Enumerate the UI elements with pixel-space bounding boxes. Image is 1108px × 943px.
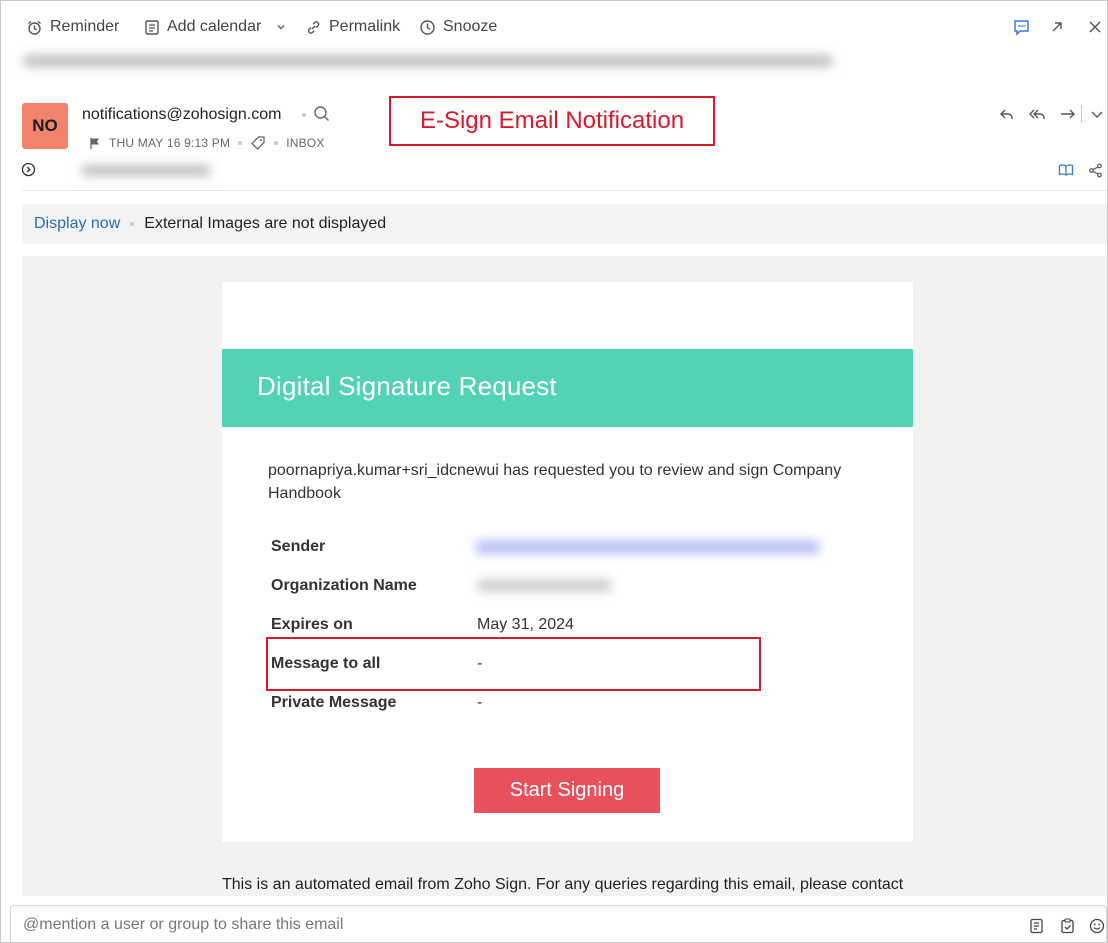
expand-icon [1052, 22, 1062, 32]
sender-value-redacted [475, 540, 820, 554]
display-now-link[interactable]: Display now [34, 215, 120, 233]
permalink-label: Permalink [329, 18, 401, 35]
reminder-label: Reminder [50, 18, 120, 35]
alarm-icon [28, 20, 41, 35]
link-icon [307, 20, 320, 34]
chat-icon [1013, 19, 1029, 36]
comment-bar [10, 905, 1107, 942]
start-signing-button[interactable]: Start Signing [474, 768, 660, 813]
reply-all-button[interactable] [1029, 106, 1047, 127]
separator-dot [301, 112, 306, 117]
message-meta: THU MAY 16 9:13 PM INBOX [89, 135, 325, 151]
reading-mode-button[interactable] [1058, 163, 1074, 182]
expires-label: Expires on [271, 616, 353, 633]
chevron-down-icon [1091, 111, 1103, 118]
close-button[interactable] [1083, 15, 1107, 39]
sender-email: notifications@zohosign.com [82, 106, 282, 123]
note-icon [1029, 918, 1043, 934]
toolbar-divider [1081, 105, 1082, 123]
expand-recipients-button[interactable] [21, 162, 36, 182]
external-images-bar: Display now External Images are not disp… [22, 204, 1107, 244]
signature-banner: Digital Signature Request [222, 349, 913, 427]
permalink-button[interactable]: Permalink [305, 16, 400, 38]
share-button[interactable] [1088, 163, 1103, 183]
reminder-button[interactable]: Reminder [26, 16, 119, 38]
organization-value-redacted [477, 579, 612, 592]
avatar: NO [22, 103, 68, 149]
search-icon [314, 106, 329, 121]
forward-button[interactable] [1059, 106, 1077, 127]
header-divider [22, 190, 1107, 191]
add-calendar-label: Add calendar [167, 18, 262, 35]
email-body: Digital Signature Request poornapriya.ku… [22, 256, 1107, 896]
email-viewer: Reminder Add calendar Permalink Snooze N… [0, 0, 1108, 943]
snooze-button[interactable]: Snooze [419, 16, 497, 38]
forward-icon [1061, 109, 1075, 119]
folder-label[interactable]: INBOX [286, 136, 324, 150]
top-toolbar: Reminder Add calendar Permalink Snooze [1, 1, 1107, 51]
task-button[interactable] [1058, 917, 1076, 935]
private-message-label: Private Message [271, 694, 397, 711]
close-icon [1089, 21, 1101, 33]
more-actions-button[interactable] [1090, 107, 1104, 126]
snooze-label: Snooze [443, 18, 498, 35]
expires-value: May 31, 2024 [477, 616, 574, 633]
recipients-redacted [81, 165, 211, 176]
calendar-icon [145, 19, 159, 35]
footer-text: This is an automated email from Zoho Sig… [222, 876, 904, 893]
chat-button[interactable] [1009, 15, 1033, 39]
clock-icon [420, 19, 435, 35]
emoji-icon [1089, 918, 1105, 934]
subject-line-redacted [23, 55, 833, 67]
request-text: poornapriya.kumar+sri_idcnewui has reque… [268, 462, 842, 502]
separator-dot [274, 141, 279, 145]
reply-all-icon [1029, 109, 1045, 119]
task-icon [1060, 918, 1074, 934]
external-images-message: External Images are not displayed [144, 215, 387, 232]
flag-icon[interactable] [89, 137, 101, 150]
book-icon [1058, 164, 1074, 176]
sender-address[interactable]: notifications@zohosign.com [82, 106, 314, 124]
separator-dot [238, 141, 243, 145]
email-card: Digital Signature Request poornapriya.ku… [222, 282, 913, 842]
add-calendar-button[interactable]: Add calendar [144, 16, 261, 38]
date-time: THU MAY 16 9:13 PM [109, 136, 231, 150]
share-icon [1089, 163, 1102, 178]
mention-input[interactable] [23, 910, 923, 940]
reply-icon [1000, 109, 1013, 119]
emoji-button[interactable] [1088, 917, 1106, 935]
popout-button[interactable] [1045, 15, 1069, 39]
organization-label: Organization Name [271, 577, 417, 594]
separator-dot [130, 222, 135, 226]
tag-icon[interactable] [250, 135, 266, 151]
banner-title: Digital Signature Request [257, 371, 557, 401]
search-sender-button[interactable] [313, 105, 331, 128]
notes-button[interactable] [1027, 917, 1045, 935]
chevron-right-circle-icon [21, 162, 36, 177]
add-calendar-dropdown[interactable] [275, 16, 294, 38]
sender-label: Sender [271, 538, 326, 555]
chevron-down-icon [277, 25, 285, 30]
annotation-label: E-Sign Email Notification [419, 107, 685, 134]
private-message-value: - [477, 694, 483, 711]
reply-button[interactable] [999, 106, 1015, 127]
annotation-highlight-box [266, 637, 761, 691]
